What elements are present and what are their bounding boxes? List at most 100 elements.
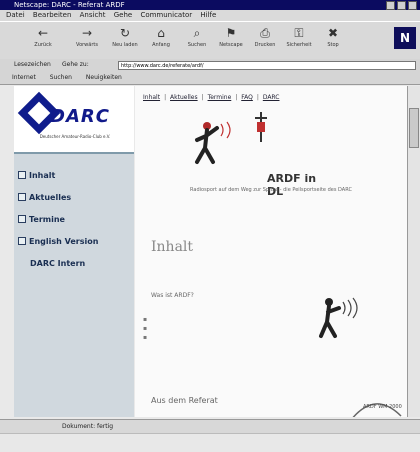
print-button[interactable]: ⎙ Drucken — [250, 26, 280, 48]
sidebar-item-termine[interactable]: Termine — [14, 208, 134, 230]
home-button[interactable]: ⌂ Anfang — [146, 26, 176, 48]
url-input[interactable] — [118, 61, 416, 70]
minimize-button[interactable] — [386, 1, 395, 10]
navigation-toolbar: ← Zurück → Vorwärts ↻ Neu laden ⌂ Anfang… — [0, 21, 420, 61]
print-icon: ⎙ — [260, 26, 270, 40]
bullet-icon — [18, 215, 26, 223]
topnav-faq[interactable]: FAQ — [241, 94, 253, 101]
security-button[interactable]: ⚿ Sicherheit — [284, 26, 314, 48]
window-title: Netscape: DARC - Referat ARDF — [14, 1, 125, 9]
page-heading: Inhalt — [151, 239, 194, 255]
bullet-icon — [18, 237, 26, 245]
location-bar: Lesezeichen Gehe zu: — [0, 59, 420, 71]
sidebar-item-label: DARC Intern — [30, 258, 86, 268]
menu-view[interactable]: Ansicht — [80, 11, 106, 19]
guide-icon: ⚑ — [225, 26, 237, 40]
bullet-icon — [18, 171, 26, 179]
darc-logo-text: DARC — [50, 106, 110, 127]
search-button[interactable]: ⌕ Suchen — [182, 26, 212, 48]
maximize-button[interactable] — [397, 1, 406, 10]
main-content: Inhalt | Aktuelles | Termine | FAQ | DARC AR… — [135, 86, 407, 417]
sidebar-item-english[interactable]: English Version — [14, 230, 134, 252]
stop-icon: ✖ — [327, 26, 339, 40]
ardf-logo: ARDF in DL — [187, 112, 317, 198]
forward-label: Vorwärts — [76, 42, 98, 48]
netscape-logo[interactable]: N — [394, 27, 416, 49]
ardf-stamp: ARDF WM 2000 — [345, 386, 405, 417]
separator: | — [256, 94, 259, 101]
bottom-strip — [0, 433, 420, 452]
sidebar-item-aktuelles[interactable]: Aktuelles — [14, 186, 134, 208]
sidebar-item-inhalt[interactable]: Inhalt — [14, 164, 134, 186]
sidebar-item-label: English Version — [29, 236, 99, 246]
darc-logo[interactable]: DARC Deutscher Amateur-Radio-Club e.V. — [14, 86, 134, 154]
window-title-bar: Netscape: DARC - Referat ARDF — [0, 0, 420, 10]
menu-communicator[interactable]: Communicator — [140, 11, 192, 19]
menu-go[interactable]: Gehe — [114, 11, 132, 19]
back-label: Zurück — [34, 42, 52, 48]
security-icon: ⚿ — [294, 26, 304, 40]
forward-icon: → — [81, 26, 93, 40]
stop-button[interactable]: ✖ Stop — [318, 26, 348, 48]
bookmarks-button[interactable]: Lesezeichen — [14, 59, 51, 71]
guide-button[interactable]: ⚑ Netscape — [216, 26, 246, 48]
bullet-icon — [18, 193, 26, 201]
bullet-icon: ▪ — [143, 316, 148, 323]
sidebar-nav: Inhalt Aktuelles Termine English Version… — [14, 164, 134, 274]
ardf-runner-figure — [315, 292, 375, 342]
menu-help[interactable]: Hilfe — [200, 11, 216, 19]
search-label: Suchen — [187, 42, 207, 48]
guide-label: Netscape — [219, 42, 243, 48]
personal-toolbar: Internet Suchen Neuigkeiten — [0, 71, 420, 85]
sidebar-item-darc-intern[interactable]: DARC Intern — [14, 252, 134, 274]
link-search[interactable]: Suchen — [50, 74, 72, 81]
sidebar-item-label: Inhalt — [29, 170, 56, 180]
menu-file[interactable]: Datei — [6, 11, 25, 19]
goto-label: Gehe zu: — [62, 61, 89, 68]
print-label: Drucken — [254, 42, 276, 48]
bullet-icon: ▪ — [143, 334, 148, 341]
topnav-darc[interactable]: DARC — [263, 94, 280, 101]
status-text: Dokument: fertig — [62, 423, 114, 430]
runner-antenna-icon — [319, 297, 358, 338]
scrollbar-thumb[interactable] — [409, 108, 419, 148]
top-navigation: Inhalt | Aktuelles | Termine | FAQ | DARC — [143, 94, 399, 101]
sidebar-item-label: Aktuelles — [29, 192, 72, 202]
ardf-runner-icon — [195, 112, 267, 164]
stop-label: Stop — [327, 42, 339, 48]
link-internet[interactable]: Internet — [12, 74, 36, 81]
reload-label: Neu laden — [112, 42, 138, 48]
darc-logo-subtitle: Deutscher Amateur-Radio-Club e.V. — [39, 134, 111, 139]
stamp-text: ARDF WM 2000 — [363, 404, 402, 410]
vertical-scrollbar[interactable] — [407, 86, 420, 417]
bullet-list: ▪ ▪ ▪ — [143, 315, 147, 342]
status-bar: Dokument: fertig — [0, 419, 420, 434]
home-label: Anfang — [152, 42, 170, 48]
reload-button[interactable]: ↻ Neu laden — [110, 26, 140, 48]
reload-icon: ↻ — [119, 26, 131, 40]
separator: | — [164, 94, 167, 101]
intro-text: Radiosport auf dem Weg zur Spitze - die … — [190, 187, 352, 193]
window-controls — [386, 1, 417, 10]
topnav-termine[interactable]: Termine — [208, 94, 232, 101]
stamp-icon: ARDF WM 2000 — [352, 403, 402, 417]
sidebar-frame: DARC Deutscher Amateur-Radio-Club e.V. I… — [14, 86, 134, 417]
bullet-icon: ▪ — [143, 325, 148, 332]
menu-bar: Datei Bearbeiten Ansicht Gehe Communicat… — [0, 10, 420, 21]
topnav-inhalt[interactable]: Inhalt — [143, 94, 160, 101]
security-label: Sicherheit — [286, 42, 312, 48]
sidebar-item-label: Termine — [29, 214, 65, 224]
link-news[interactable]: Neuigkeiten — [86, 74, 122, 81]
topnav-aktuelles[interactable]: Aktuelles — [170, 94, 198, 101]
subheading: Was ist ARDF? — [151, 292, 194, 299]
menu-edit[interactable]: Bearbeiten — [33, 11, 71, 19]
back-icon: ← — [37, 26, 49, 40]
separator: | — [235, 94, 238, 101]
home-icon: ⌂ — [157, 26, 165, 40]
forward-button[interactable]: → Vorwärts — [72, 26, 102, 48]
back-button[interactable]: ← Zurück — [28, 26, 58, 48]
close-button[interactable] — [408, 1, 417, 10]
section-heading: Aus dem Referat — [151, 396, 218, 405]
ardf-logo-text: ARDF in DL — [267, 172, 317, 198]
search-icon: ⌕ — [193, 26, 201, 40]
